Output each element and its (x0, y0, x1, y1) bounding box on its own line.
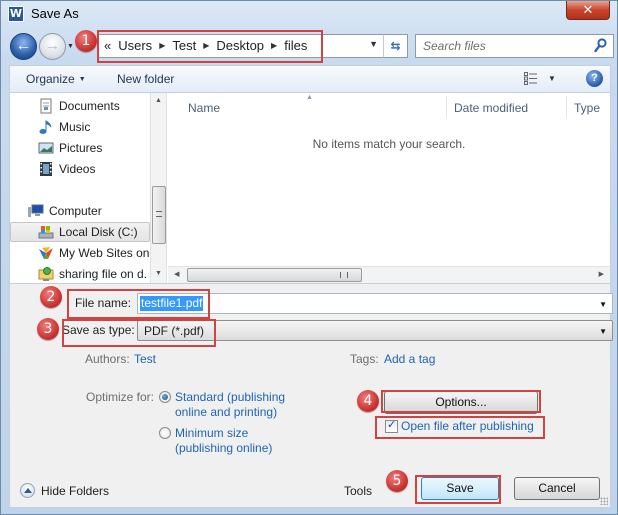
sidebar-item-label: Videos (59, 162, 96, 176)
sidebar-item-label: Local Disk (C:) (59, 225, 138, 239)
network-share-icon (38, 267, 54, 281)
authors-value[interactable]: Test (134, 352, 156, 366)
sidebar-item-label: My Web Sites on (59, 246, 150, 260)
radio-minimum-size-label[interactable]: Minimum size (publishing online) (175, 426, 272, 456)
horizontal-scrollbar[interactable]: ◀ ▶ (168, 266, 610, 283)
cancel-button[interactable]: Cancel (514, 477, 600, 500)
annotation-box-3 (62, 319, 216, 347)
sidebar-item-documents[interactable]: Documents (10, 96, 150, 116)
scroll-left-arrow-icon[interactable]: ◀ (174, 270, 179, 278)
sidebar-vertical-scrollbar[interactable]: ▲ ▼ (150, 93, 167, 283)
option-line: (publishing online) (175, 441, 273, 455)
sidebar-item-label: Music (59, 120, 91, 134)
search-placeholder: Search files (423, 39, 486, 53)
view-list-icon[interactable] (524, 72, 537, 85)
save-as-dialog: W Save As ✕ ← → ▼ « Users ▶ Test ▶ Deskt… (0, 0, 618, 515)
organize-label: Organize (26, 72, 75, 86)
file-list[interactable]: ▲ Name Date modified Type No items match… (168, 93, 610, 283)
file-browser: Documents Music Pictures Videos Computer… (9, 92, 611, 284)
option-line: online and printing) (175, 405, 278, 419)
option-line: Standard (publishing (175, 390, 286, 404)
scroll-thumb[interactable] (152, 186, 166, 244)
scroll-down-arrow-icon[interactable]: ▼ (155, 270, 162, 277)
optimize-for-label: Optimize for: (86, 390, 155, 404)
sort-ascending-icon: ▲ (306, 94, 313, 101)
annotation-badge-2: 2 (40, 286, 62, 308)
scroll-up-arrow-icon[interactable]: ▲ (155, 97, 162, 104)
resize-grip[interactable] (600, 497, 608, 505)
scroll-right-arrow-icon[interactable]: ▶ (599, 270, 604, 278)
annotation-box-1 (97, 30, 323, 63)
radio-standard-label[interactable]: Standard (publishing online and printing… (175, 390, 285, 420)
sidebar-item-label: Computer (49, 204, 102, 218)
organize-menu[interactable]: Organize ▼ (26, 72, 86, 86)
column-divider[interactable] (566, 96, 567, 118)
refresh-button[interactable]: ⇆ (383, 34, 408, 58)
radio-minimum-size[interactable] (159, 427, 171, 439)
command-toolbar: Organize ▼ New folder ▼ ? (9, 65, 611, 92)
title-bar[interactable]: W Save As ✕ (1, 1, 617, 27)
radio-standard[interactable] (159, 391, 171, 403)
sidebar-item-my-web-sites[interactable]: My Web Sites on (10, 243, 150, 263)
sidebar-item-label: Documents (59, 99, 120, 113)
hide-folders-button[interactable]: Hide Folders (20, 483, 109, 498)
chevron-down-icon[interactable]: ▼ (599, 327, 607, 336)
authors-label: Authors: (85, 352, 130, 366)
sidebar-item-videos[interactable]: Videos (10, 159, 150, 179)
videos-icon (40, 162, 52, 176)
sidebar-item-label: sharing file on d. (59, 267, 148, 281)
sidebar-item-sharing-file[interactable]: sharing file on d. (10, 264, 150, 283)
sidebar-item-pictures[interactable]: Pictures (10, 138, 150, 158)
column-divider[interactable] (446, 96, 447, 118)
annotation-box-4 (381, 390, 541, 413)
web-sites-icon (39, 247, 53, 259)
chevron-down-icon: ▼ (78, 76, 86, 84)
local-disk-icon (38, 226, 54, 239)
search-input[interactable]: Search files (415, 34, 614, 58)
annotation-badge-1: 1 (75, 30, 97, 52)
annotation-badge-5: 5 (386, 470, 408, 492)
tags-label: Tags: (350, 352, 379, 366)
window-title: Save As (31, 6, 79, 21)
back-button[interactable]: ← (10, 33, 37, 60)
close-button[interactable]: ✕ (566, 1, 610, 20)
scroll-thumb[interactable] (187, 268, 362, 282)
sidebar-item-music[interactable]: Music (10, 117, 150, 137)
computer-icon (28, 204, 44, 217)
new-folder-button[interactable]: New folder (117, 72, 174, 86)
help-icon[interactable]: ? (586, 70, 603, 87)
tools-menu[interactable]: Tools (344, 484, 372, 498)
address-dropdown-icon[interactable]: ▼ (369, 39, 378, 49)
sidebar-item-label: Pictures (59, 141, 103, 155)
hide-folders-label: Hide Folders (41, 483, 110, 498)
pictures-icon (38, 142, 54, 154)
view-options-dropdown-icon[interactable]: ▼ (548, 74, 556, 83)
sidebar-item-computer[interactable]: Computer (10, 201, 150, 221)
add-tag-link[interactable]: Add a tag (384, 352, 435, 366)
recent-locations-dropdown-icon[interactable]: ▼ (67, 43, 74, 50)
documents-icon (40, 98, 52, 114)
chevron-down-icon[interactable]: ▼ (599, 300, 607, 309)
sidebar-item-local-disk[interactable]: Local Disk (C:) (10, 222, 150, 242)
search-icon[interactable] (594, 38, 607, 54)
annotation-box-save (415, 475, 501, 504)
column-header-name[interactable]: Name (188, 101, 220, 115)
empty-list-message: No items match your search. (312, 137, 466, 151)
column-header-type[interactable]: Type (574, 101, 600, 115)
option-line: Minimum size (175, 426, 249, 440)
annotation-box-2 (67, 289, 210, 319)
chevron-up-icon (20, 483, 35, 498)
column-header-date-modified[interactable]: Date modified (454, 101, 528, 115)
word-app-icon: W (8, 6, 24, 22)
annotation-badge-3: 3 (37, 318, 59, 340)
annotation-badge-4: 4 (357, 390, 379, 412)
annotation-box-5 (375, 416, 545, 439)
forward-button[interactable]: → (39, 33, 66, 60)
music-icon (39, 120, 52, 134)
navigation-pane: Documents Music Pictures Videos Computer… (10, 93, 150, 283)
